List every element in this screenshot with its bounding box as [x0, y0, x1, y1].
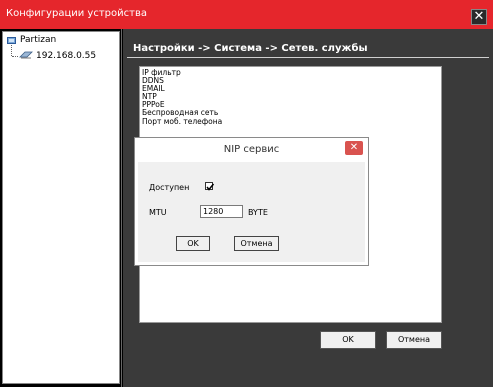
- device-tree: Partizan 192.168.0.55: [2, 31, 120, 384]
- cancel-button[interactable]: Отмена: [386, 331, 442, 349]
- tree-connector: [11, 45, 12, 56]
- tree-root-label: Partizan: [20, 35, 57, 45]
- network-folder-icon: [7, 36, 17, 45]
- dialog-title: NIP сервис: [223, 144, 280, 155]
- window-title: Конфигурации устройства: [6, 8, 147, 19]
- tree-device-node[interactable]: 192.168.0.55: [19, 50, 96, 62]
- breadcrumb-divider: [127, 57, 489, 58]
- enabled-checkbox[interactable]: [205, 182, 215, 191]
- dialog-ok-button[interactable]: OK: [176, 236, 210, 251]
- tree-device-label: 192.168.0.55: [36, 51, 97, 61]
- dialog-close-icon[interactable]: ✕: [345, 141, 363, 155]
- panel-divider: [121, 29, 122, 387]
- enabled-label: Доступен: [149, 183, 190, 192]
- window-close-icon[interactable]: ✕: [471, 9, 487, 25]
- window-titlebar: Конфигурации устройства ✕: [0, 0, 493, 29]
- device-icon: [19, 50, 33, 62]
- dialog-cancel-button[interactable]: Отмена: [234, 236, 279, 251]
- list-item[interactable]: Порт моб. телефона: [140, 117, 222, 126]
- mtu-unit-label: BYTE: [248, 208, 268, 217]
- dialog-body: Доступен MTU BYTE OK Отмена: [138, 162, 365, 262]
- ok-button[interactable]: OK: [320, 331, 376, 349]
- nip-service-dialog: NIP сервис ✕ Доступен MTU BYTE OK Отмена: [134, 137, 369, 266]
- mtu-label: MTU: [149, 208, 167, 217]
- mtu-input[interactable]: [200, 205, 243, 218]
- tree-root-node[interactable]: Partizan: [7, 35, 56, 45]
- tree-connector: [12, 56, 18, 57]
- breadcrumb: Настройки -> Система -> Сетев. службы: [133, 43, 368, 54]
